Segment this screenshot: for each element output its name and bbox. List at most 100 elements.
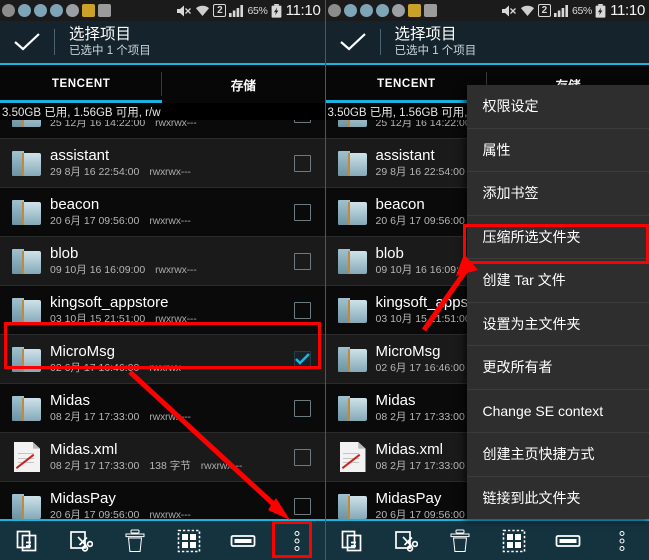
page-title: 选择项目 (394, 25, 457, 43)
row-text: Midas.xml 08 2月 17 17:33:00 138 字节 rwxrwx--… (50, 440, 281, 474)
file-list-left[interactable]: qqdownload25 12月 16 14:22:00rwxrwx---ass… (0, 90, 325, 519)
select-all-grid-button[interactable] (487, 521, 541, 560)
rename-icon (555, 531, 581, 551)
tab-storage[interactable]: 存储 (162, 65, 324, 103)
file-checkbox[interactable] (281, 350, 325, 368)
row-icon (330, 493, 376, 520)
select-all-grid-icon (502, 529, 526, 553)
confirm-selection-button[interactable] (326, 32, 380, 52)
status-bar: 2 65% 11:10 (325, 0, 649, 21)
file-date: 02 6月 17 16:46:00 (50, 362, 140, 374)
overflow-menu-button[interactable] (595, 521, 649, 560)
square-gray-icon (98, 4, 111, 17)
file-meta: 09 10月 16 16:09:00 rwxrwx--- (50, 263, 281, 278)
file-name: MidasPay (50, 490, 116, 507)
file-row[interactable]: Midas 08 2月 17 17:33:00 rwxrwx--- (0, 384, 325, 433)
select-all-grid-button[interactable] (162, 521, 216, 560)
menu-item[interactable]: Change SE context (466, 390, 649, 433)
file-row[interactable]: MidasPay 20 6月 17 09:56:00 rwxrwx--- (0, 482, 325, 519)
row-icon (4, 395, 50, 422)
file-permissions: rwxrwx--- (149, 411, 191, 423)
checkbox-unchecked-icon (294, 448, 311, 466)
cut-button[interactable] (54, 521, 108, 560)
file-meta: 08 2月 17 17:33:00 rwxrwx--- (50, 410, 281, 425)
menu-item[interactable]: 添加书签 (466, 172, 649, 216)
folder-icon (12, 297, 42, 324)
checkbox-unchecked-icon (294, 399, 311, 417)
folder-icon (337, 150, 368, 177)
checkmark-icon (14, 33, 40, 51)
file-row[interactable]: beacon 20 6月 17 09:56:00 rwxrwx--- (0, 188, 325, 237)
tab-tencent[interactable]: TENCENT (0, 65, 163, 103)
rename-button[interactable] (216, 521, 270, 560)
cut-button[interactable] (379, 521, 433, 560)
mute-icon (177, 5, 192, 16)
file-permissions: rwxrwx--- (200, 460, 243, 472)
file-date: 08 2月 17 17:33:00 (375, 460, 465, 472)
square-yellow-icon (407, 4, 421, 17)
row-text: Midas 08 2月 17 17:33:00 rwxrwx--- (50, 391, 281, 425)
dot-icon (375, 4, 389, 17)
file-meta: 20 6月 17 09:56:00 rwxrwx--- (50, 508, 281, 519)
file-meta: 08 2月 17 17:33:00 138 字节 rwxrwx--- (50, 459, 281, 474)
folder-icon (337, 297, 368, 324)
file-name: blob (50, 245, 79, 262)
file-checkbox[interactable] (281, 252, 325, 270)
delete-button[interactable] (108, 521, 162, 560)
menu-item[interactable]: 创建 Tar 文件 (466, 259, 649, 303)
file-checkbox[interactable] (281, 203, 325, 221)
right-screen: 2 65% 11:10 选择项目 已选中 1 个项目 TENCENT 3.50G… (324, 0, 649, 560)
delete-button[interactable] (433, 521, 487, 560)
status-bar: 2 65% 11:10 (0, 0, 325, 21)
file-checkbox[interactable] (281, 448, 325, 466)
confirm-selection-button[interactable] (0, 32, 54, 52)
row-icon (4, 346, 50, 373)
left-screen: 2 65% 11:10 选择项目 已选中 1 个项目 TENCENT 存储 3.… (0, 0, 325, 560)
dot-icon (359, 4, 373, 17)
file-row[interactable]: blob 09 10月 16 16:09:00 rwxrwx--- (0, 237, 325, 286)
menu-item[interactable]: 属性 (466, 129, 649, 172)
file-permissions: rwxrwx--- (155, 313, 197, 325)
file-checkbox[interactable] (281, 399, 325, 417)
file-row[interactable]: kingsoft_appstore 03 10月 15 21:51:00 rwxrw… (0, 286, 325, 335)
file-row[interactable]: assistant 29 8月 16 22:54:00 rwxrwx--- (0, 139, 325, 188)
tab-tencent[interactable]: TENCENT (325, 65, 488, 103)
menu-item[interactable]: 创建主页快捷方式 (466, 433, 649, 477)
file-row[interactable]: MicroMsg 02 6月 17 16:46:00 rwxrwx--- (0, 335, 325, 384)
row-icon (330, 297, 376, 324)
dot-icon (66, 4, 79, 17)
file-checkbox[interactable] (281, 497, 325, 515)
file-checkbox[interactable] (281, 154, 325, 172)
file-date: 03 10月 15 21:51:00 (50, 313, 146, 325)
file-date: 20 6月 17 09:56:00 (375, 215, 465, 227)
menu-item[interactable]: 链接到此文件夹 (467, 477, 649, 520)
rename-button[interactable] (541, 521, 595, 560)
row-icon (4, 248, 50, 275)
copy-button[interactable] (0, 521, 54, 560)
file-checkbox[interactable] (281, 301, 325, 319)
row-text: assistant 29 8月 16 22:54:00 rwxrwx--- (50, 146, 281, 180)
menu-item[interactable]: 更改所有者 (466, 346, 649, 390)
file-size: 138 字节 (149, 460, 191, 472)
row-icon (4, 297, 50, 324)
file-meta: 03 10月 15 21:51:00 rwxrwx--- (50, 312, 281, 327)
menu-item[interactable]: 压缩所选文件夹 (466, 216, 649, 259)
tab-label: TENCENT (377, 78, 436, 90)
dot-icon (2, 4, 15, 17)
overflow-menu-button[interactable] (270, 521, 324, 560)
file-row[interactable]: Midas.xml 08 2月 17 17:33:00 138 字节 rwxrwx--… (0, 433, 325, 482)
folder-icon (337, 493, 368, 520)
file-permissions: rwxrwx--- (155, 264, 197, 276)
file-name: MicroMsg (50, 343, 116, 360)
battery-percent: 65% (571, 4, 593, 17)
menu-item[interactable]: 设置为主文件夹 (466, 303, 649, 346)
folder-icon (12, 199, 42, 226)
copy-button[interactable] (326, 521, 380, 560)
tab-bar: TENCENT 存储 (0, 65, 325, 103)
context-menu[interactable]: 权限设定 属性 添加书签 压缩所选文件夹 创建 Tar 文件 设置为主文件夹 更改所有者 Ch… (466, 85, 649, 520)
battery-percent: 65% (247, 4, 268, 17)
menu-item[interactable]: 权限设定 (466, 85, 649, 129)
xml-file-icon (14, 442, 40, 472)
action-bar-titles: 选择项目 已选中 1 个项目 (55, 26, 151, 59)
dot-icon (18, 4, 31, 17)
